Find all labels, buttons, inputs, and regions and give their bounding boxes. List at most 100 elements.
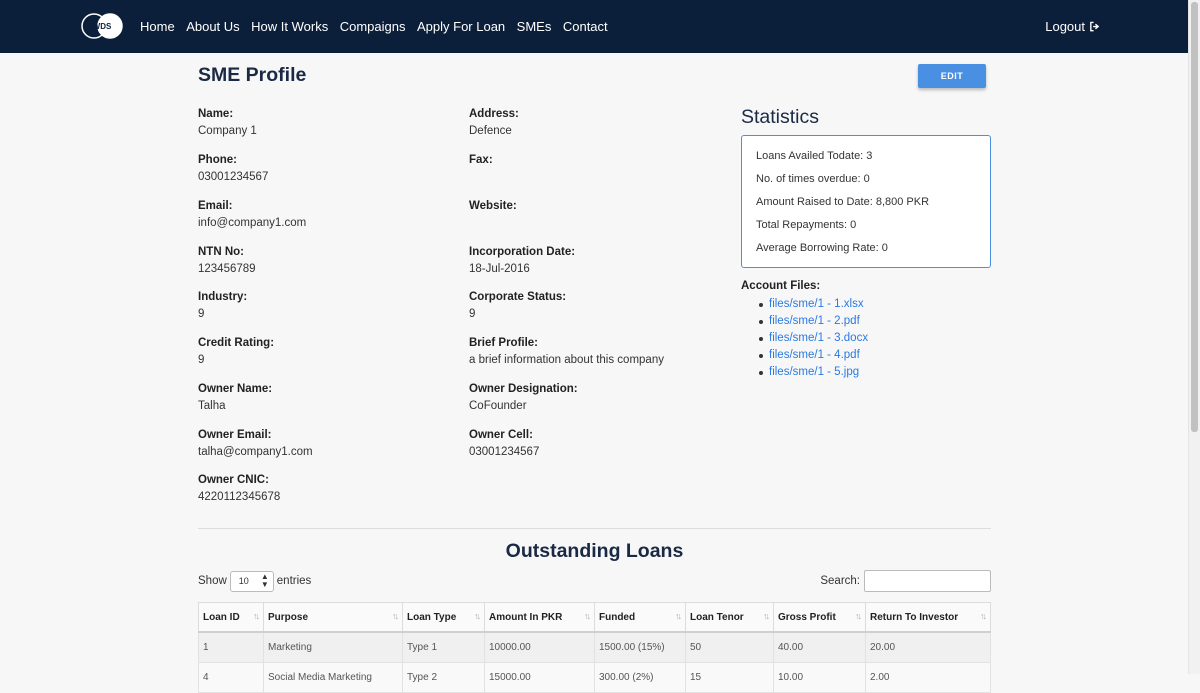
- field-value: 18-Jul-2016: [469, 263, 530, 275]
- file-link-1[interactable]: files/sme/1 - 1.xlsx: [769, 298, 864, 310]
- entries-label: entries: [276, 575, 312, 587]
- column-header-purpose[interactable]: Purpose ↑↓: [263, 602, 403, 633]
- column-header-loan-id[interactable]: Loan ID ↑↓: [198, 602, 264, 633]
- nav-link-about-us[interactable]: About Us: [186, 19, 239, 34]
- file-link-5[interactable]: files/sme/1 - 5.jpg: [769, 366, 859, 378]
- field-owner-name: Owner Name: Talha: [198, 381, 448, 415]
- column-label: Loan ID: [203, 611, 240, 623]
- table-cell: 20.00: [865, 631, 991, 663]
- nav-link-campaigns[interactable]: Compaigns: [340, 19, 406, 34]
- section-divider: [198, 528, 991, 529]
- field-label: Email:: [198, 200, 233, 212]
- sort-icon: ↑↓: [392, 611, 399, 621]
- list-item: files/sme/1 - 4.pdf: [757, 347, 868, 364]
- field-label: Owner Email:: [198, 429, 272, 441]
- table-cell: 1: [198, 631, 264, 663]
- column-label: Amount In PKR: [489, 611, 563, 623]
- wds-logo[interactable]: WDS: [80, 10, 124, 42]
- table-row[interactable]: 1 Marketing Type 1 10000.00 1500.00 (15%…: [198, 631, 991, 663]
- nav-links: Home About Us How It Works Compaigns App…: [140, 0, 619, 53]
- entries-select[interactable]: 10 ▲ ▼: [229, 570, 274, 592]
- table-cell: 1500.00 (15%): [594, 631, 686, 663]
- field-phone: Phone: 03001234567: [198, 152, 448, 186]
- table-cell: Type 1: [402, 631, 485, 663]
- table-cell: 50: [685, 631, 774, 663]
- field-value: a brief information about this company: [469, 354, 664, 366]
- nav-link-how-it-works[interactable]: How It Works: [251, 19, 328, 34]
- nav-link-contact[interactable]: Contact: [563, 19, 608, 34]
- field-website: Website:: [469, 198, 719, 232]
- field-address: Address: Defence: [469, 106, 719, 140]
- column-label: Loan Type: [407, 611, 457, 623]
- nav-link-apply-for-loan[interactable]: Apply For Loan: [417, 19, 505, 34]
- table-cell: 10.00: [773, 662, 866, 693]
- list-item: files/sme/1 - 3.docx: [757, 330, 868, 347]
- field-value: [469, 169, 719, 186]
- column-label: Funded: [599, 611, 636, 623]
- sort-icon: ↑↓: [980, 611, 987, 621]
- sign-out-icon: [1090, 21, 1100, 32]
- field-value: info@company1.com: [198, 217, 307, 229]
- nav-link-smes[interactable]: SMEs: [517, 19, 552, 34]
- table-row[interactable]: 4 Social Media Marketing Type 2 15000.00…: [198, 662, 991, 693]
- field-label: Owner Designation:: [469, 383, 578, 395]
- edit-button[interactable]: EDIT: [918, 64, 986, 88]
- column-header-funded[interactable]: Funded ↑↓: [594, 602, 686, 633]
- sort-icon: ↑↓: [675, 611, 682, 621]
- field-value: 4220112345678: [198, 491, 281, 503]
- field-brief-profile: Brief Profile: a brief information about…: [469, 335, 719, 369]
- column-header-loan-tenor[interactable]: Loan Tenor ↑↓: [685, 602, 774, 633]
- column-header-loan-type[interactable]: Loan Type ↑↓: [402, 602, 485, 633]
- show-label: Show: [198, 575, 227, 587]
- account-files-label: Account Files:: [741, 280, 821, 292]
- field-label: Corporate Status:: [469, 291, 567, 303]
- field-label: Owner Cell:: [469, 429, 533, 441]
- column-label: Purpose: [268, 611, 309, 623]
- sort-icon: ↑↓: [855, 611, 862, 621]
- page-scrollbar[interactable]: [1188, 0, 1200, 674]
- select-arrows-icon: ▲ ▼: [260, 572, 269, 589]
- search-input[interactable]: [864, 570, 991, 592]
- stat-average-borrowing-rate: Average Borrowing Rate: 0: [756, 242, 888, 254]
- file-link-4[interactable]: files/sme/1 - 4.pdf: [769, 349, 860, 361]
- field-label: NTN No:: [198, 246, 244, 258]
- field-name: Name: Company 1: [198, 106, 448, 140]
- statistics-title: Statistics: [741, 106, 820, 128]
- stat-loans-availed: Loans Availed Todate: 3: [756, 150, 873, 162]
- sort-icon: ↑↓: [474, 611, 481, 621]
- field-value: 03001234567: [198, 171, 269, 183]
- field-value: 9: [198, 354, 205, 366]
- table-cell: Type 2: [402, 662, 485, 693]
- file-link-3[interactable]: files/sme/1 - 3.docx: [769, 332, 868, 344]
- table-cell: 10000.00: [484, 631, 595, 663]
- field-value: 9: [469, 308, 476, 320]
- field-industry: Industry: 9: [198, 289, 448, 323]
- column-label: Return To Investor: [870, 611, 959, 623]
- table-cell: 2.00: [865, 662, 991, 693]
- logo-text: WDS: [93, 22, 112, 31]
- column-header-return-to-investor[interactable]: Return To Investor ↑↓: [865, 602, 991, 633]
- field-ntn: NTN No: 123456789: [198, 244, 448, 278]
- column-header-amount[interactable]: Amount In PKR ↑↓: [484, 602, 595, 633]
- field-value: 03001234567: [469, 446, 540, 458]
- field-corporate-status: Corporate Status: 9: [469, 289, 719, 323]
- loans-title: Outstanding Loans: [505, 540, 684, 562]
- file-link-2[interactable]: files/sme/1 - 2.pdf: [769, 315, 860, 327]
- field-label: Website:: [469, 200, 517, 212]
- field-label: Industry:: [198, 291, 248, 303]
- nav-link-home[interactable]: Home: [140, 19, 175, 34]
- logout-button[interactable]: Logout: [1045, 0, 1100, 53]
- field-owner-email: Owner Email: talha@company1.com: [198, 427, 448, 461]
- field-incorporation-date: Incorporation Date: 18-Jul-2016: [469, 244, 719, 278]
- search-label: Search:: [820, 575, 860, 587]
- list-item: files/sme/1 - 5.jpg: [757, 364, 868, 381]
- table-cell: Marketing: [263, 631, 403, 663]
- field-label: Brief Profile:: [469, 337, 539, 349]
- field-value: 123456789: [198, 263, 256, 275]
- field-label: Owner CNIC:: [198, 474, 269, 486]
- scroll-thumb[interactable]: [1191, 2, 1198, 432]
- column-header-gross-profit[interactable]: Gross Profit ↑↓: [773, 602, 866, 633]
- list-item: files/sme/1 - 2.pdf: [757, 313, 868, 330]
- top-navbar: WDS Home About Us How It Works Compaigns…: [0, 0, 1188, 53]
- sort-icon: ↑↓: [253, 611, 260, 621]
